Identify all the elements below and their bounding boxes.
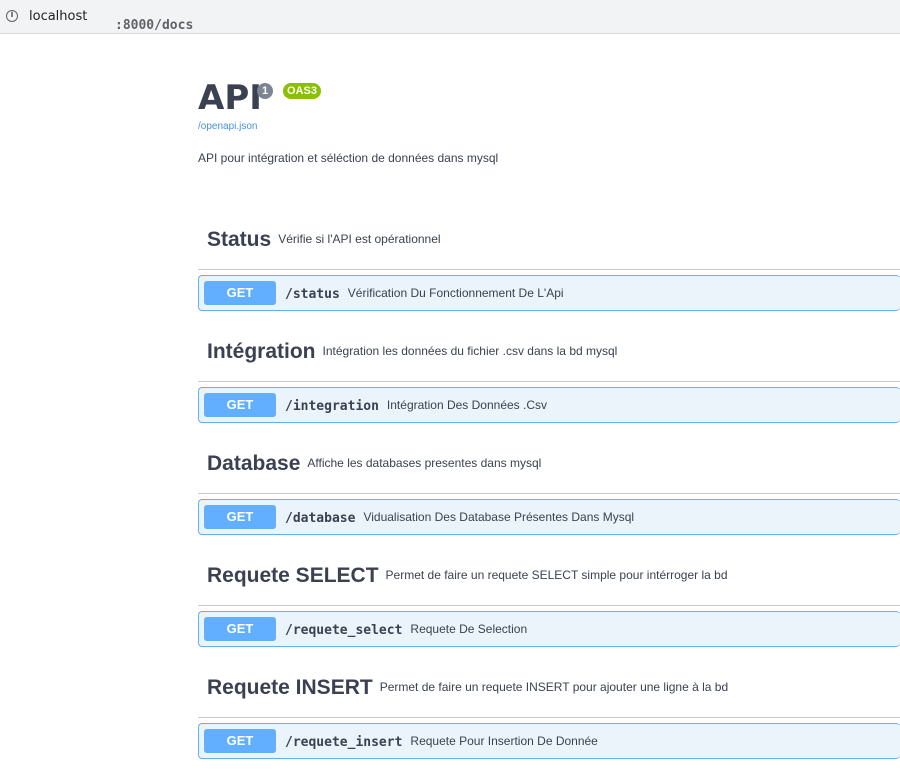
operation-get-requete-insert[interactable]: GET /requete_insert Requete Pour Insertio… — [198, 723, 900, 759]
tag-title: Status — [207, 228, 272, 251]
operation-path: /requete_insert Requete Pour Insertion De… — [285, 731, 598, 753]
tag-title: Intégration — [207, 340, 316, 363]
tag-header-requete-insert[interactable]: Requete INSERT Permet de faire un requete… — [198, 654, 900, 718]
api-description: API pour intégration et séléction de don… — [198, 151, 499, 165]
info-icon[interactable]: i — [6, 10, 18, 22]
operation-get-integration[interactable]: GET /integration Intégration Des Données … — [198, 387, 900, 423]
operation-summary: Requete Pour Insertion De Donnée — [410, 734, 598, 748]
method-badge: GET — [204, 617, 276, 641]
operation-summary: Requete De Selection — [410, 622, 528, 636]
operation-path: /database Vidualisation Des Database Prés… — [285, 507, 634, 529]
operation-get-requete-select[interactable]: GET /requete_select Requete De Selection — [198, 611, 900, 647]
operation-summary: Vérification Du Fonctionnement De L'Api — [347, 286, 564, 300]
url-host: localhost — [29, 9, 88, 24]
api-title-row: API 1 OAS3 — [198, 78, 321, 118]
operation-summary: Intégration Des Données .Csv — [386, 398, 548, 412]
tag-name: Status Vérifie si l'API est opérationnel — [207, 226, 441, 253]
tag-header-database[interactable]: Database Affiche les databases presentes … — [198, 430, 900, 494]
tag-name: Intégration Intégration les données du fi… — [207, 338, 617, 365]
tag-title: Requete SELECT — [207, 564, 379, 587]
tag-name: Requete SELECT Permet de faire un requete… — [207, 562, 728, 589]
tag-name: Requete INSERT Permet de faire un requete… — [207, 674, 728, 701]
operation-path-text: /requete_select — [285, 623, 403, 638]
operation-path-text: /integration — [285, 399, 379, 414]
tag-header-status[interactable]: Status Vérifie si l'API est opérationnel — [198, 206, 900, 270]
oas-badge: OAS3 — [283, 83, 321, 99]
api-title: API — [198, 78, 262, 118]
tag-header-integration[interactable]: Intégration Intégration les données du fi… — [198, 318, 900, 382]
browser-address-bar[interactable]: i localhost :8000/docs — [0, 0, 900, 34]
method-badge: GET — [204, 729, 276, 753]
tag-description: Permet de faire un requete SELECT simple… — [385, 568, 728, 582]
operation-path-text: /requete_insert — [285, 735, 403, 750]
tag-description: Vérifie si l'API est opérationnel — [278, 232, 441, 246]
operation-path: /integration Intégration Des Données .Csv — [285, 395, 547, 417]
operation-path-text: /status — [285, 287, 340, 302]
operation-path-text: /database — [285, 511, 356, 526]
method-badge: GET — [204, 393, 276, 417]
operation-summary: Vidualisation Des Database Présentes Dan… — [363, 510, 635, 524]
operation-path: /status Vérification Du Fonctionnement De… — [285, 283, 564, 305]
url-path: :8000/docs — [115, 18, 194, 33]
tag-title: Requete INSERT — [207, 676, 373, 699]
operation-get-database[interactable]: GET /database Vidualisation Des Database … — [198, 499, 900, 535]
openapi-json-link[interactable]: /openapi.json — [198, 121, 258, 132]
method-badge: GET — [204, 505, 276, 529]
method-badge: GET — [204, 281, 276, 305]
tag-description: Intégration les données du fichier .csv … — [322, 344, 618, 358]
tag-description: Affiche les databases presentes dans mys… — [307, 456, 542, 470]
version-badge: 1 — [257, 83, 274, 99]
tag-description: Permet de faire un requete INSERT pour a… — [379, 680, 729, 694]
operation-get-status[interactable]: GET /status Vérification Du Fonctionnemen… — [198, 275, 900, 311]
operation-path: /requete_select Requete De Selection — [285, 619, 527, 641]
url-field[interactable]: localhost :8000/docs — [29, 9, 193, 33]
tag-header-requete-select[interactable]: Requete SELECT Permet de faire un requete… — [198, 542, 900, 606]
tag-name: Database Affiche les databases presentes … — [207, 450, 541, 477]
tag-title: Database — [207, 452, 301, 475]
